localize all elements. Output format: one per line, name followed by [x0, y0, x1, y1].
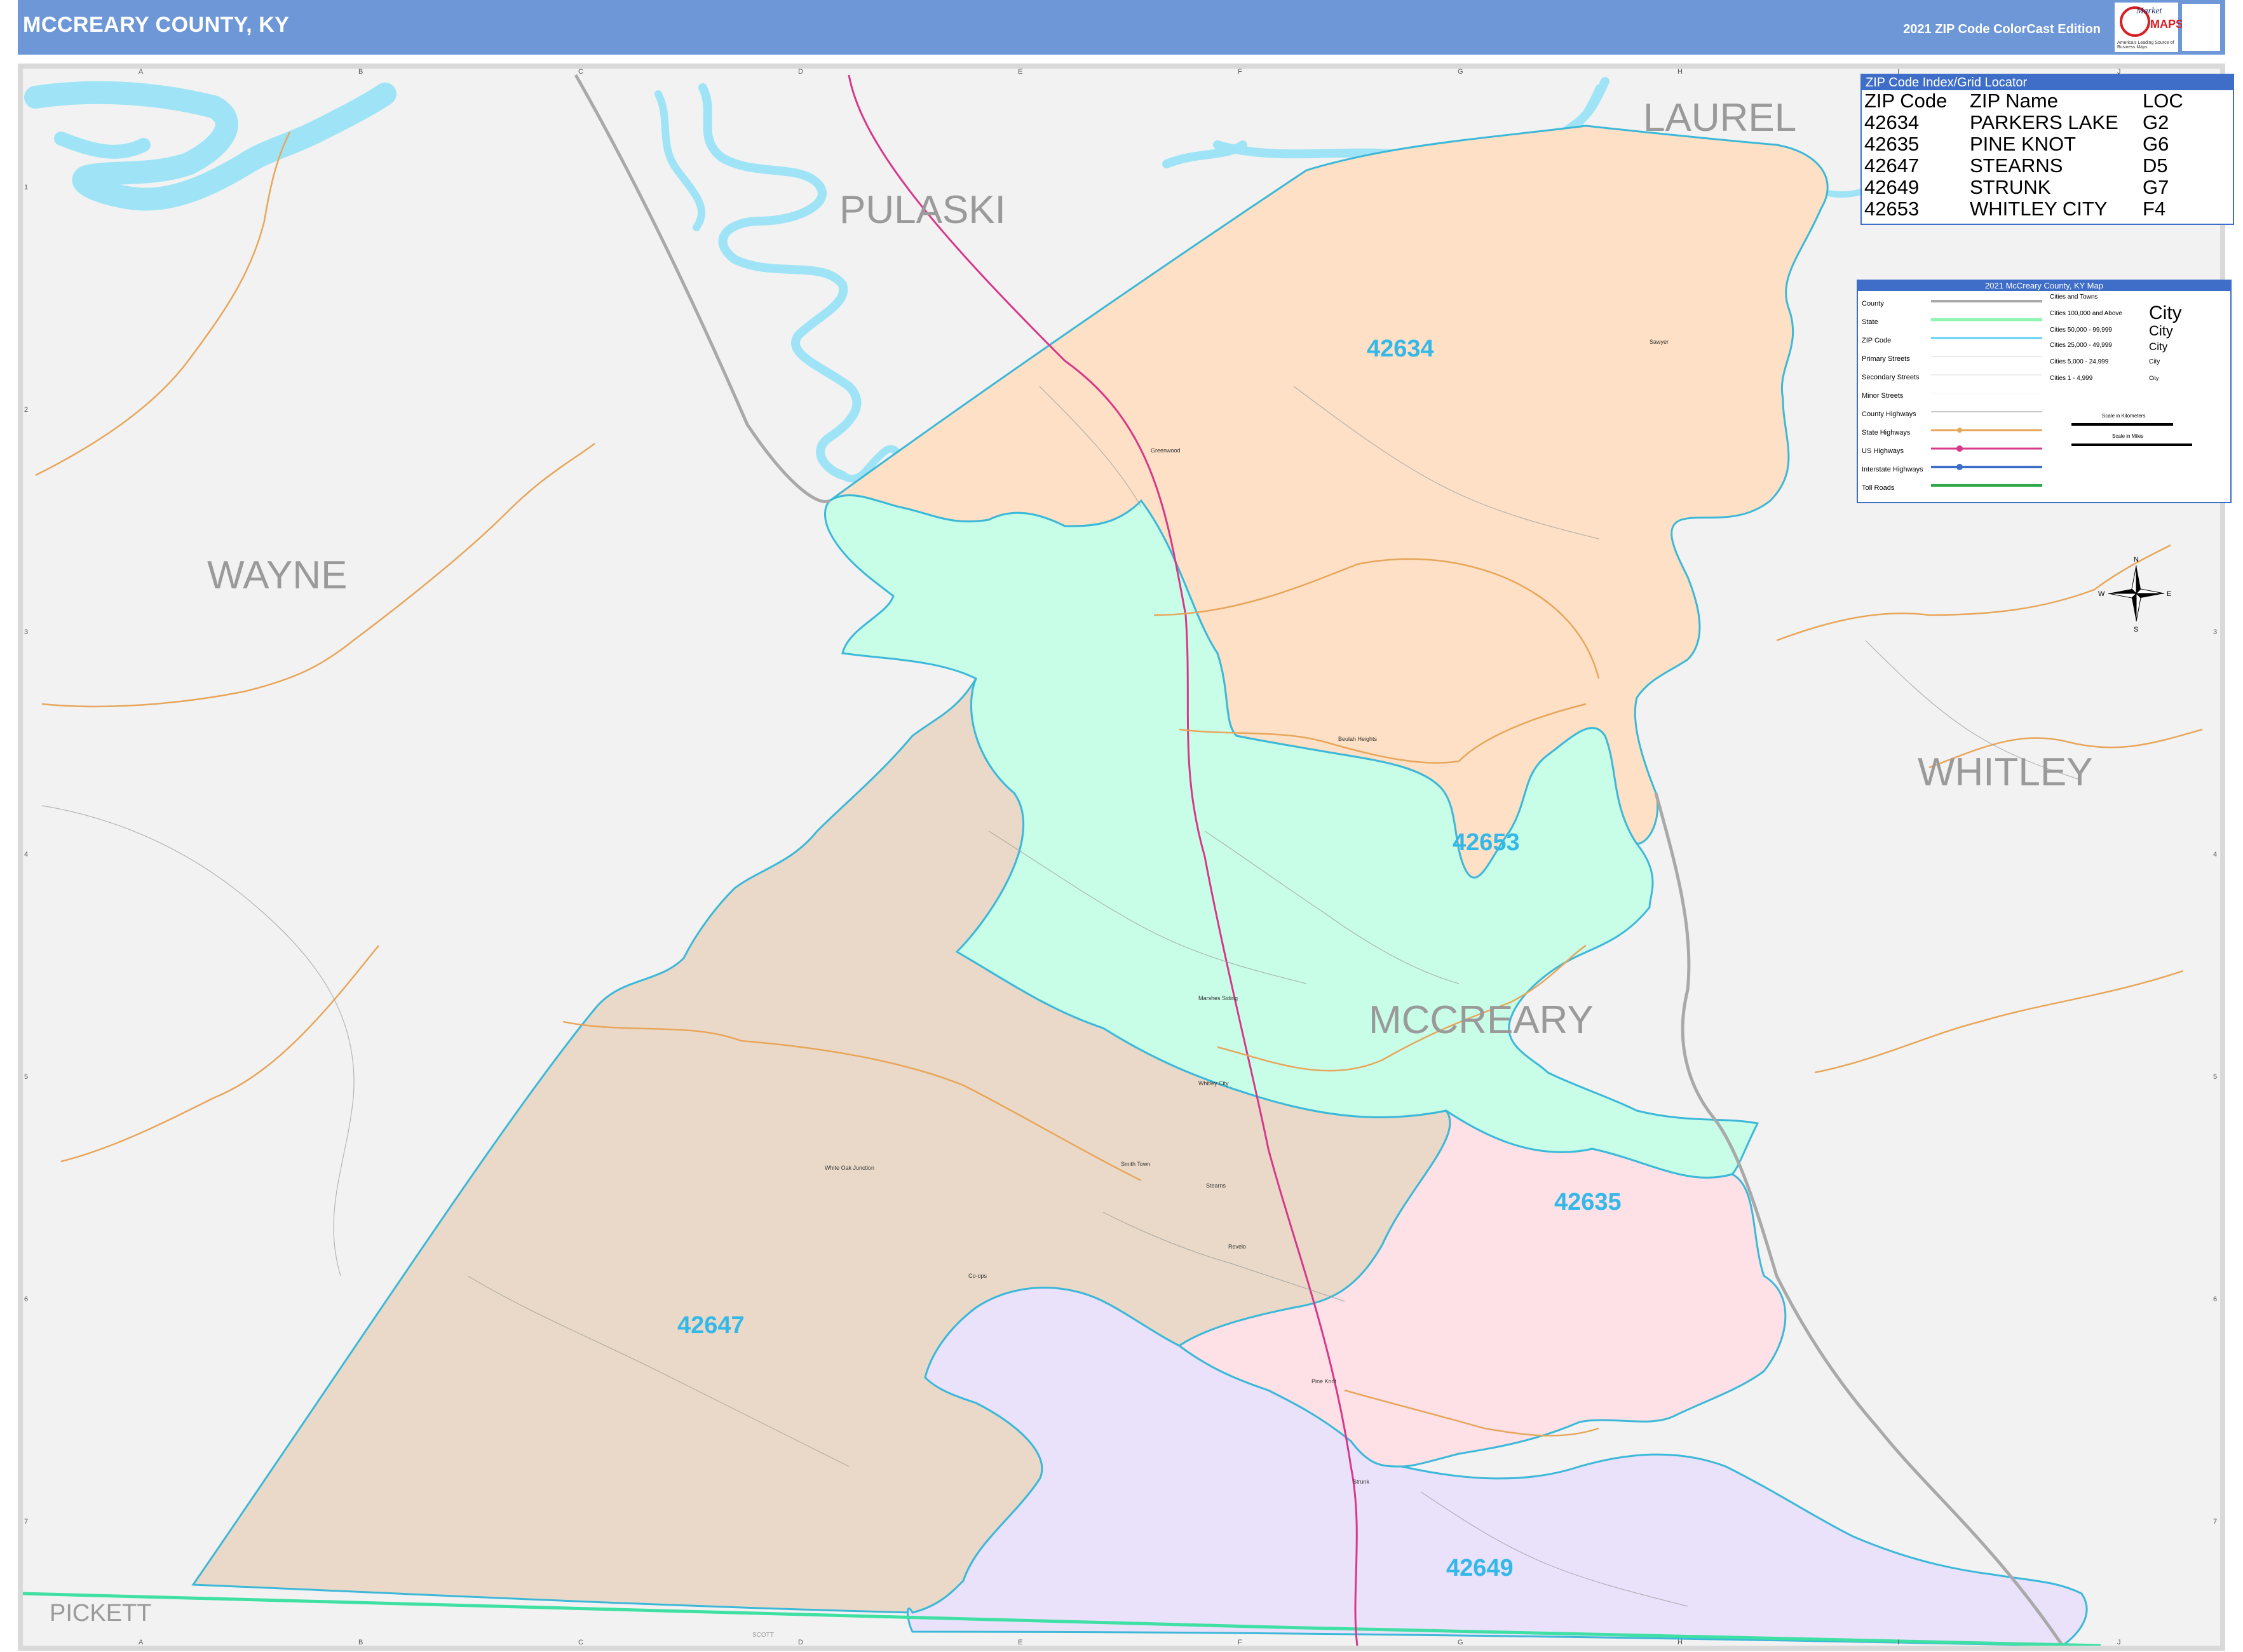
place-sawyer: Sawyer — [1650, 339, 1669, 345]
svg-text:E: E — [1018, 1639, 1022, 1646]
county-label-whitley: WHITLEY — [1918, 750, 2093, 794]
zip-label-42635: 42635 — [1554, 1189, 1622, 1215]
svg-text:E: E — [2167, 590, 2171, 598]
county-label-laurel: LAUREL — [1643, 96, 1796, 140]
svg-text:C: C — [578, 69, 583, 76]
place-revelo: Revelo — [1228, 1243, 1246, 1250]
place-whitley-city: Whitley City — [1198, 1080, 1229, 1087]
county-label-mccreary: MCCREARY — [1369, 998, 1594, 1042]
svg-text:A: A — [139, 1639, 144, 1646]
zip-index-row: 42647 STEARNS D5 — [1864, 154, 2168, 177]
svg-text:5: 5 — [2213, 1073, 2217, 1081]
svg-text:7: 7 — [24, 1518, 28, 1526]
header-bar: MCCREARY COUNTY, KY 2021 ZIP Code ColorC… — [18, 0, 2225, 55]
page-title: MCCREARY COUNTY, KY — [23, 13, 290, 37]
svg-text:G: G — [1458, 69, 1463, 76]
place-marshes-siding: Marshes Siding — [1198, 995, 1238, 1001]
svg-text:S: S — [2134, 626, 2138, 633]
map-legend: 2021 McCreary County, KY Map County Stat… — [1857, 280, 2232, 503]
zip-label-42653: 42653 — [1453, 829, 1520, 856]
svg-text:I: I — [1897, 1639, 1899, 1646]
zip-index-row: 42635 PINE KNOT G6 — [1864, 133, 2169, 155]
county-label-scott: SCOTT — [752, 1632, 774, 1639]
svg-text:7: 7 — [2213, 1518, 2217, 1526]
place-beulah-heights: Beulah Heights — [1338, 736, 1378, 742]
place-co-ops: Co-ops — [968, 1273, 987, 1279]
svg-text:B: B — [358, 1639, 363, 1646]
svg-text:6: 6 — [24, 1296, 28, 1303]
svg-text:3: 3 — [2213, 628, 2217, 636]
zip-index-header-row: ZIP Code ZIP Name LOC — [1864, 90, 2183, 112]
zip-label-42649: 42649 — [1446, 1555, 1514, 1581]
zip-index-row: 42634 PARKERS LAKE G2 — [1864, 111, 2169, 133]
svg-text:2: 2 — [24, 406, 28, 414]
zip-index-row: 42649 STRUNK G7 — [1864, 176, 2169, 198]
svg-text:4: 4 — [24, 851, 28, 858]
county-label-pulaski: PULASKI — [839, 188, 1006, 232]
svg-text:J: J — [2117, 1639, 2121, 1646]
svg-text:F: F — [1238, 1639, 1242, 1646]
place-pine-knot: Pine Knot — [1311, 1378, 1337, 1385]
svg-text:F: F — [1238, 69, 1242, 76]
svg-text:H: H — [1677, 69, 1683, 76]
zip-index-box: ZIP Code Index/Grid Locator ZIP Code ZIP… — [1860, 74, 2234, 225]
zip-index-title: ZIP Code Index/Grid Locator — [1862, 75, 2233, 90]
zip-index-table: ZIP Code ZIP Name LOC 42634 PARKERS LAKE… — [1864, 90, 2183, 220]
svg-text:D: D — [798, 1639, 803, 1646]
svg-text:1: 1 — [24, 184, 28, 191]
svg-text:3: 3 — [24, 628, 28, 636]
place-strunk: Strunk — [1353, 1479, 1370, 1485]
zip-label-42634: 42634 — [1367, 335, 1434, 362]
svg-text:4: 4 — [2213, 851, 2217, 858]
place-stearns: Stearns — [1206, 1182, 1226, 1189]
svg-text:D: D — [798, 69, 803, 76]
svg-text:W: W — [2098, 590, 2105, 598]
svg-text:E: E — [1018, 69, 1022, 76]
zip-label-42647: 42647 — [677, 1312, 745, 1339]
svg-text:A: A — [139, 69, 144, 76]
market-maps-logo: Market MAPS America's Leading Source of … — [2115, 3, 2183, 52]
svg-text:6: 6 — [2213, 1296, 2217, 1303]
svg-text:G: G — [1458, 1639, 1463, 1646]
contact-info-box — [2182, 4, 2220, 51]
svg-text:H: H — [1677, 1639, 1683, 1646]
zip-index-row: 42653 WHITLEY CITY F4 — [1864, 198, 2166, 220]
svg-text:B: B — [358, 69, 363, 76]
legend-title: 2021 McCreary County, KY Map — [1858, 281, 2230, 291]
svg-text:C: C — [578, 1639, 583, 1646]
place-white-oak-junction: White Oak Junction — [825, 1165, 874, 1171]
county-label-wayne: WAYNE — [207, 553, 347, 597]
svg-text:N: N — [2134, 556, 2139, 564]
svg-text:5: 5 — [24, 1073, 28, 1081]
place-smith-town: Smith Town — [1121, 1161, 1150, 1167]
place-greenwood: Greenwood — [1151, 447, 1181, 454]
edition-label: 2021 ZIP Code ColorCast Edition — [1903, 22, 2101, 36]
county-label-pickett: PICKETT — [50, 1600, 151, 1627]
